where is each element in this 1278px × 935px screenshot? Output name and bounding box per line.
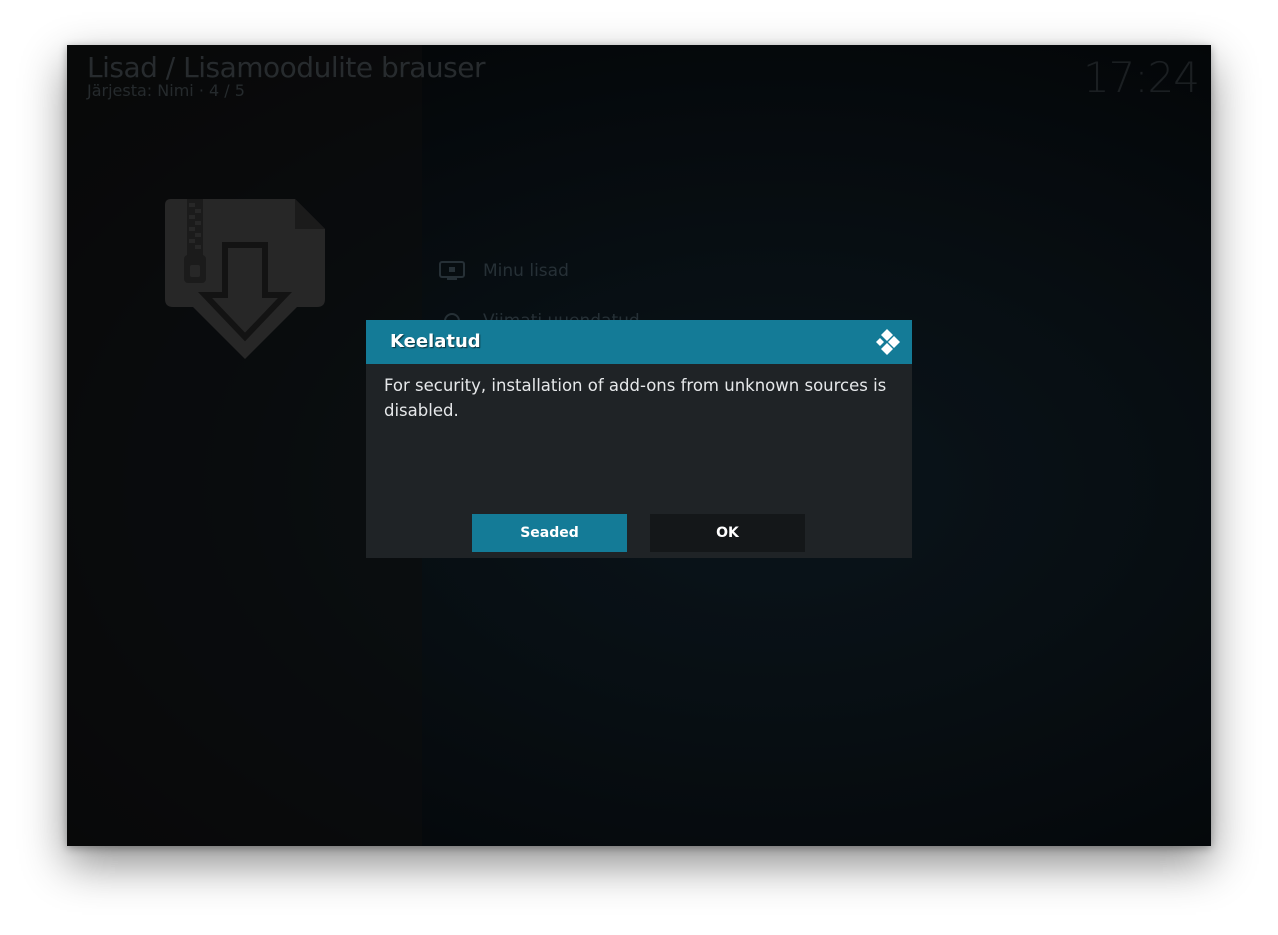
dialog-header: Keelatud [366, 320, 912, 364]
disabled-dialog: Keelatud For security, installation of a… [366, 320, 912, 558]
kodi-window: Lisad / Lisamoodulite brauser Järjesta: … [67, 45, 1211, 846]
settings-button[interactable]: Seaded [472, 514, 627, 552]
dialog-message: For security, installation of add-ons fr… [384, 376, 887, 420]
kodi-logo-icon [876, 329, 900, 355]
ok-button[interactable]: OK [650, 514, 805, 552]
dialog-title: Keelatud [390, 331, 481, 352]
